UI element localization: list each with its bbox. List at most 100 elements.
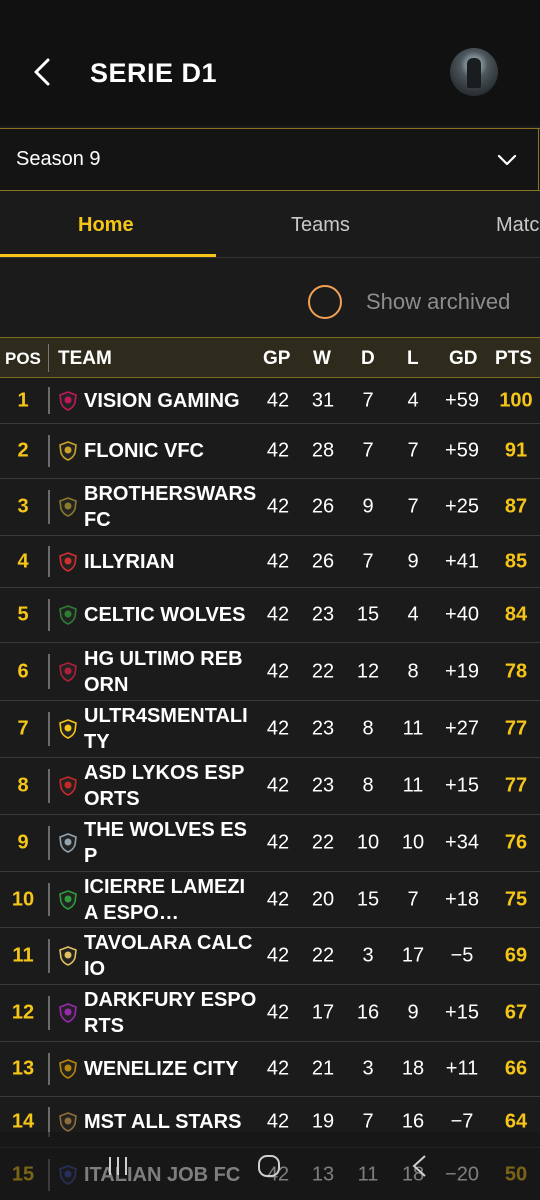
row-goal-difference: +59: [445, 439, 479, 462]
col-d[interactable]: D: [361, 348, 375, 370]
table-row[interactable]: 1 VISION GAMING 42 31 7 4 +59 100: [0, 378, 540, 424]
team-logo-icon: [59, 551, 77, 572]
row-position: 10: [11, 888, 35, 910]
col-pos[interactable]: POS: [5, 349, 41, 369]
chevron-left-icon[interactable]: [28, 52, 58, 92]
row-team-name: THE WOLVES ESP: [84, 819, 247, 867]
row-draws: 3: [362, 944, 374, 967]
back-icon[interactable]: [408, 1153, 432, 1179]
table-row[interactable]: 5 CELTIC WOLVES 42 23 15 4 +40 84: [0, 588, 540, 643]
table-row[interactable]: 4 ILLYRIAN 42 26 7 9 +41 85: [0, 536, 540, 588]
row-points: 67: [504, 1001, 528, 1024]
row-wins: 23: [311, 774, 335, 797]
team-logo-icon: [59, 946, 77, 966]
row-divider: [48, 826, 50, 860]
row-points: 75: [504, 888, 528, 910]
col-team[interactable]: TEAM: [58, 348, 112, 370]
row-wins: 22: [311, 944, 335, 967]
row-divider: [48, 434, 50, 468]
table-row[interactable]: 11 TAVOLARA CALCIO 42 22 3 17 −5 69: [0, 928, 540, 985]
row-games-played: 42: [266, 944, 290, 967]
col-gp[interactable]: GP: [263, 348, 290, 370]
home-icon[interactable]: [256, 1153, 282, 1179]
row-wins: 21: [311, 1057, 335, 1080]
row-team-name: TAVOLARA CALCIO: [84, 932, 253, 980]
col-pts[interactable]: PTS: [495, 348, 532, 370]
row-games-played: 42: [266, 831, 290, 854]
season-select[interactable]: Season 9: [0, 128, 540, 191]
row-goal-difference: +11: [445, 1057, 479, 1080]
tab-home[interactable]: Home: [78, 214, 134, 237]
row-wins: 22: [311, 660, 335, 682]
show-archived-radio[interactable]: [308, 285, 342, 319]
row-goal-difference: +59: [445, 389, 479, 411]
avatar-icon[interactable]: [450, 48, 498, 96]
row-divider: [48, 1052, 50, 1086]
row-losses: 9: [407, 1001, 419, 1024]
row-draws: 3: [362, 1057, 374, 1080]
table-row[interactable]: 13 WENELIZE CITY 42 21 3 18 +11 66: [0, 1042, 540, 1097]
col-w[interactable]: W: [313, 348, 331, 370]
recent-apps-icon[interactable]: [106, 1154, 130, 1178]
tab-teams[interactable]: Teams: [291, 214, 350, 237]
team-logo-icon: [59, 719, 77, 739]
row-games-played: 42: [266, 495, 290, 518]
row-draws: 15: [356, 603, 380, 626]
row-goal-difference: +27: [445, 717, 479, 740]
row-wins: 31: [311, 389, 335, 411]
row-team-name: ICIERRE LAMEZIA ESPO…: [84, 875, 246, 924]
row-losses: 16: [401, 1110, 425, 1133]
header-divider: [48, 344, 49, 372]
row-draws: 7: [362, 1110, 374, 1133]
season-select-value: Season 9: [16, 148, 101, 170]
row-goal-difference: +40: [445, 603, 479, 626]
table-row[interactable]: 6 HG ULTIMO REBORN 42 22 12 8 +19 78: [0, 643, 540, 701]
table-row[interactable]: 7 ULTR4SMENTALI TY 42 23 8 11 +27 77: [0, 701, 540, 758]
table-row[interactable]: 8 ASD LYKOS ESPORTS 42 23 8 11 +15 77: [0, 758, 540, 815]
row-position: 3: [17, 495, 29, 518]
row-draws: 7: [362, 550, 374, 572]
row-games-played: 42: [266, 774, 290, 797]
row-divider: [48, 939, 50, 973]
row-goal-difference: +18: [445, 888, 479, 910]
row-divider: [48, 490, 50, 524]
tab-matches[interactable]: Matc: [496, 214, 539, 237]
row-draws: 16: [356, 1001, 380, 1024]
team-logo-icon: [59, 833, 77, 853]
table-row[interactable]: 12 DARKFURY ESPORTS 42 17 16 9 +15 67: [0, 985, 540, 1042]
row-goal-difference: +15: [445, 774, 479, 797]
team-logo-icon: [59, 390, 77, 411]
row-wins: 26: [311, 495, 335, 518]
row-team-name: CELTIC WOLVES: [84, 604, 246, 626]
col-l[interactable]: L: [407, 348, 419, 370]
row-goal-difference: −5: [450, 944, 474, 967]
row-games-played: 42: [266, 550, 290, 572]
row-goal-difference: +34: [445, 831, 479, 854]
row-draws: 8: [362, 717, 374, 740]
row-goal-difference: +41: [445, 550, 479, 572]
row-wins: 22: [311, 831, 335, 854]
team-logo-icon: [59, 776, 77, 796]
row-draws: 7: [362, 439, 374, 462]
row-draws: 7: [362, 389, 374, 411]
tab-active-indicator: [0, 254, 216, 257]
col-gd[interactable]: GD: [449, 348, 478, 370]
table-row[interactable]: 9 THE WOLVES ESP 42 22 10 10 +34 76: [0, 815, 540, 872]
team-logo-icon: [59, 661, 77, 682]
row-games-played: 42: [266, 1001, 290, 1024]
table-row[interactable]: 10 ICIERRE LAMEZIA ESPO… 42 20 15 7 +18 75: [0, 872, 540, 928]
table-row[interactable]: 3 BROTHERSWARS FC 42 26 9 7 +25 87: [0, 479, 540, 536]
row-losses: 7: [407, 888, 419, 910]
row-position: 6: [17, 660, 29, 682]
row-draws: 12: [356, 660, 380, 682]
table-row[interactable]: 2 FLONIC VFC 42 28 7 7 +59 91: [0, 424, 540, 479]
row-position: 9: [17, 831, 29, 854]
row-position: 5: [17, 603, 29, 626]
table-header: POS TEAM GP W D L GD PTS: [0, 337, 540, 378]
row-position: 4: [17, 550, 29, 572]
row-team-name: ULTR4SMENTALI TY: [84, 705, 248, 753]
row-games-played: 42: [266, 439, 290, 462]
show-archived-label[interactable]: Show archived: [366, 289, 510, 315]
row-points: 77: [504, 717, 528, 740]
chevron-down-icon: [497, 154, 517, 166]
